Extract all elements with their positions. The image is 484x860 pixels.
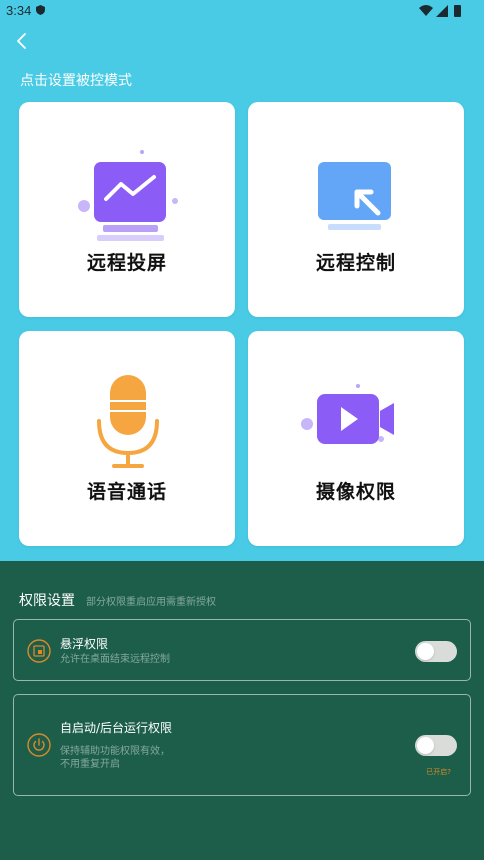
toggle-knob [417,643,434,660]
mode-card-camera[interactable]: 摄像权限 [248,331,464,546]
permissions-hint: 部分权限重启应用需重新授权 [86,597,216,608]
permission-desc-line1: 保持辅助功能权限有效， [60,746,170,757]
microphone-icon [97,375,159,468]
floating-permission-toggle[interactable] [415,641,457,662]
power-icon [27,733,51,757]
mode-card-label: 语音通话 [86,481,167,503]
status-time: 3:34 [6,3,32,18]
mode-card-remote-control[interactable]: 远程控制 [248,102,464,317]
remote-control-icon [318,162,391,230]
mode-card-voice-call[interactable]: 语音通话 [19,331,235,546]
page-title: 点击设置被控模式 [20,73,132,89]
battery-icon [454,5,461,17]
status-icons [419,5,461,17]
mode-card-label: 远程投屏 [86,252,167,274]
permission-desc-line2: 不用重复开启 [60,759,120,770]
permission-autostart: 自启动/后台运行权限 保持辅助功能权限有效， 不用重复开启 已开启? [13,694,471,796]
toggle-knob [417,737,434,754]
permissions-title: 权限设置 [19,593,75,609]
wifi-icon [419,5,433,16]
permission-floating-window: 悬浮权限 允许在桌面结束远程控制 [13,619,471,681]
status-bar: 3:34 [0,0,484,22]
autostart-permission-toggle[interactable] [415,735,457,756]
mode-card-screen-cast[interactable]: 远程投屏 [19,102,235,317]
shield-icon [36,5,45,15]
permission-status: 已开启? [426,768,451,776]
mode-card-label: 远程控制 [315,252,396,274]
signal-icon [436,5,448,17]
permission-label: 自启动/后台运行权限 [60,721,173,735]
permission-label: 悬浮权限 [60,637,109,651]
mode-card-label: 摄像权限 [315,481,396,503]
video-camera-icon [301,384,394,444]
back-arrow-icon[interactable] [12,30,32,52]
screen-cast-icon [78,150,178,241]
floating-window-icon [27,639,51,663]
permission-desc: 允许在桌面结束远程控制 [60,654,170,665]
